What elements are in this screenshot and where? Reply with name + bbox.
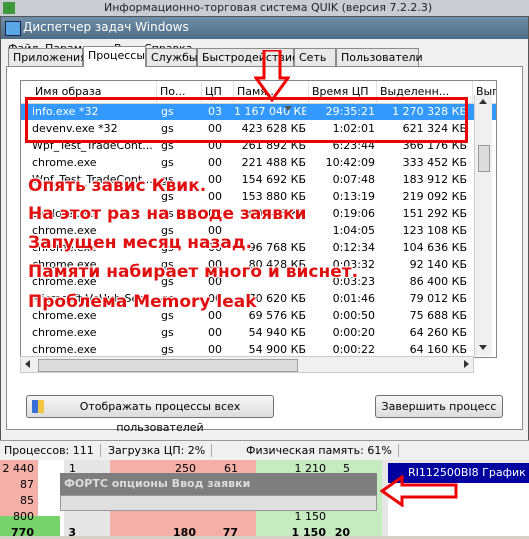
cell-memory: 54 940 КБ	[248, 326, 306, 339]
window-title: Диспетчер задач Windows	[23, 20, 189, 34]
scroll-left-icon[interactable]	[25, 360, 30, 368]
cell-commit: 92 140 КБ	[409, 258, 467, 271]
quik-cell-col5: 1 150	[291, 526, 326, 539]
cell-cpu-time: 0:00:50	[332, 309, 375, 322]
quik-cell-col6: 20	[334, 526, 350, 539]
cell-user: gs	[161, 156, 174, 169]
uac-shield-icon	[32, 400, 44, 413]
task-manager-icon	[5, 21, 21, 36]
cell-commit: 151 292 КБ	[402, 207, 467, 220]
cell-cpu-time: 0:07:48	[332, 173, 375, 186]
annotation-line-1: Опять завис Квик.	[28, 176, 207, 196]
vertical-scrollbar[interactable]	[474, 95, 492, 356]
tab-processes[interactable]: Процессы	[83, 46, 146, 67]
annotation-line-5: Проблема Memory leak	[28, 292, 257, 312]
status-cpu: Загрузка ЦП: 2%	[108, 444, 213, 457]
cell-cpu-time: 1:04:05	[332, 224, 375, 237]
cell-cpu-time: 0:13:19	[332, 190, 375, 203]
cell-commit: 75 688 КБ	[409, 309, 467, 322]
tab-network[interactable]: Сеть	[294, 48, 336, 66]
quik-cell-col3: 180	[173, 526, 196, 539]
cell-commit: 64 260 КБ	[409, 326, 467, 339]
table-row[interactable]: chrome.exe gs 00 54 940 КБ 0:00:20 64 260 КБ	[21, 325, 496, 341]
show-all-processes-button[interactable]: Отображать процессы всех пользователей	[26, 395, 274, 434]
cell-commit: 86 400 КБ	[409, 275, 467, 288]
quik-app-icon	[3, 2, 15, 14]
scroll-right-icon[interactable]	[464, 360, 469, 368]
quik-cell-col1: 87	[20, 478, 34, 491]
end-process-button[interactable]: Завершить процесс	[375, 395, 503, 418]
annotation-line-3: Запущен месяц назад.	[28, 233, 253, 253]
status-memory: Физическая память: 61%	[246, 444, 399, 457]
annotation-line-4: Памяти набирает много и виснет.	[28, 262, 359, 282]
cell-cpu-time: 0:19:06	[332, 207, 375, 220]
cell-cpu-time: 0:01:46	[332, 292, 375, 305]
cell-image-name: chrome.exe	[32, 156, 97, 169]
cell-user: gs	[161, 326, 174, 339]
cell-commit: 79 012 КБ	[409, 292, 467, 305]
order-entry-window-body	[60, 495, 377, 511]
cell-cpu-time: 0:00:20	[332, 326, 375, 339]
cell-commit: 183 912 КБ	[402, 173, 467, 186]
table-row[interactable]: chrome.exe gs 00 221 488 КБ 10:42:09 333 452 …	[21, 155, 496, 171]
quik-title-text: Информационно-торговая система QUIK (вер…	[104, 1, 433, 14]
cell-cpu: 00	[208, 173, 222, 186]
left-arrow-icon	[380, 475, 458, 507]
quik-cell-col1: 770	[11, 526, 34, 539]
cell-memory: 153 880 КБ	[241, 190, 306, 203]
cell-cpu-time: 0:12:34	[332, 241, 375, 254]
cell-commit: 123 108 КБ	[402, 224, 467, 237]
cell-cpu: 00	[208, 326, 222, 339]
quik-cell-col4: 77	[222, 526, 238, 539]
scroll-down-icon[interactable]	[479, 345, 487, 350]
scroll-up-icon[interactable]	[479, 99, 487, 104]
show-all-processes-label: Отображать процессы всех пользователей	[79, 400, 241, 434]
cell-cpu-time: 10:42:09	[325, 156, 375, 169]
quik-cell-col2: 3	[68, 526, 76, 539]
quik-title-bar: Информационно-торговая система QUIK (вер…	[0, 0, 529, 16]
cell-commit: 104 636 КБ	[402, 241, 467, 254]
quik-cell-col1: 2 440	[2, 462, 35, 475]
cell-memory: 154 692 КБ	[241, 173, 306, 186]
horizontal-scrollbar[interactable]	[20, 356, 474, 373]
highlight-box	[25, 97, 468, 143]
cell-commit: 219 092 КБ	[402, 190, 467, 203]
tab-users[interactable]: Пользователи	[336, 48, 423, 66]
tab-applications[interactable]: Приложения	[8, 48, 87, 66]
window-title-bar[interactable]: Диспетчер задач Windows	[1, 17, 528, 39]
cell-memory: 221 488 КБ	[241, 156, 306, 169]
tab-services[interactable]: Службы	[146, 48, 198, 66]
quik-cell-col1: 800	[13, 510, 34, 523]
quik-cell-col1: 85	[20, 494, 34, 507]
annotation-line-2: На этот раз на вводе заявки	[28, 204, 307, 224]
cell-commit: 333 452 КБ	[402, 156, 467, 169]
order-entry-window-title[interactable]: ФОРТС опционы Ввод заявки	[60, 473, 377, 495]
status-processes: Процессов: 111	[4, 444, 101, 457]
quik-cell-col5: 1 150	[294, 510, 327, 523]
cell-cpu: 00	[208, 156, 222, 169]
cell-cpu: 00	[208, 190, 222, 203]
cell-image-name: chrome.exe	[32, 326, 97, 339]
vertical-scroll-thumb[interactable]	[478, 145, 490, 172]
status-bar: Процессов: 111 Загрузка ЦП: 2% Физическа…	[0, 440, 529, 461]
horizontal-scroll-thumb[interactable]	[38, 359, 298, 372]
down-arrow-icon	[254, 50, 290, 102]
